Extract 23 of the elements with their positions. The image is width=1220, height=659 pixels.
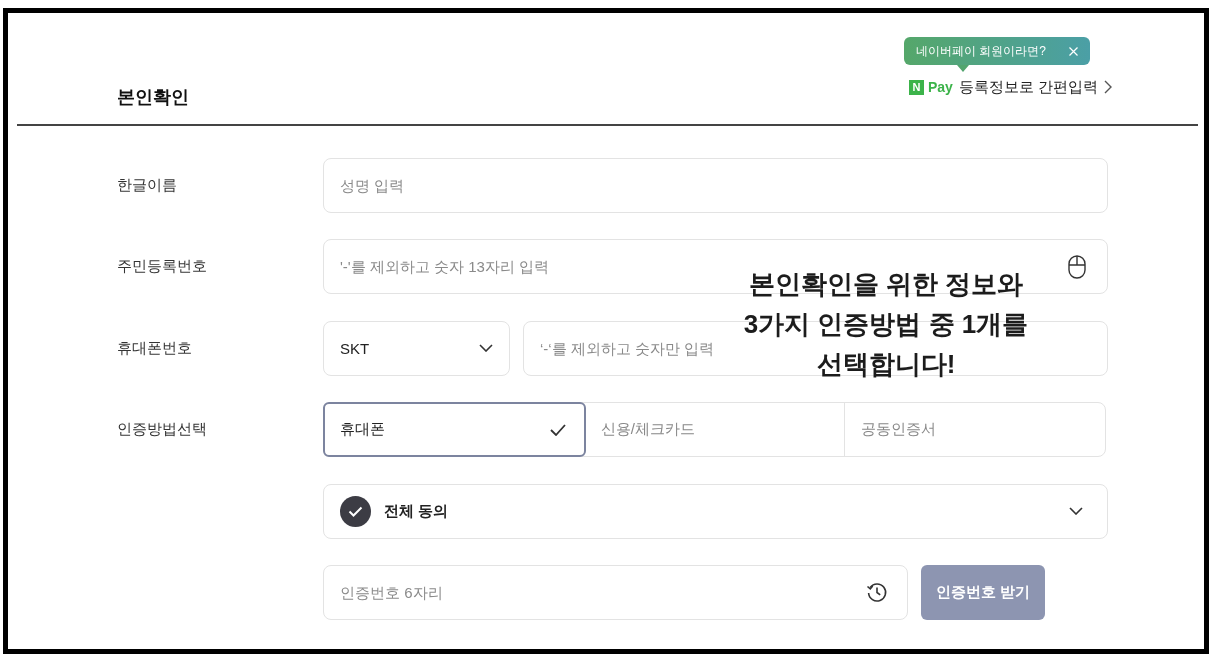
page-title: 본인확인 xyxy=(117,86,189,109)
verification-code-field[interactable]: 인증번호 6자리 xyxy=(323,564,908,620)
npay-logo: N Pay xyxy=(908,79,953,95)
field-label: 한글이름 xyxy=(117,176,178,195)
field-label: 주민등록번호 xyxy=(117,257,208,277)
chevron-down-icon xyxy=(1069,507,1083,516)
chevron-right-icon xyxy=(1104,80,1112,94)
carrier-select[interactable]: SKT xyxy=(323,320,510,376)
method-tab[interactable]: 휴대폰 xyxy=(323,402,586,458)
agree-all-toggle[interactable]: 전체 동의 xyxy=(323,483,1108,539)
method-tab[interactable]: 신용/체크카드 xyxy=(584,403,845,457)
check-icon xyxy=(549,423,566,436)
tooltip-tail-icon xyxy=(956,65,969,72)
field-label: 휴대폰번호 xyxy=(117,338,193,358)
tooltip-text: 네이버페이 회원이라면? xyxy=(915,42,1046,60)
method-tab[interactable]: 공동인증서 xyxy=(844,403,1105,457)
mouse-icon[interactable] xyxy=(1068,254,1086,279)
close-icon[interactable] xyxy=(1068,46,1078,56)
chevron-down-icon xyxy=(479,344,493,353)
field-label: 인증방법선택 xyxy=(117,420,208,440)
history-icon[interactable] xyxy=(866,581,888,604)
name-field[interactable]: 성명 입력 xyxy=(323,158,1108,213)
npay-link[interactable]: N Pay 등록정보로 간편입력 xyxy=(908,76,1112,98)
